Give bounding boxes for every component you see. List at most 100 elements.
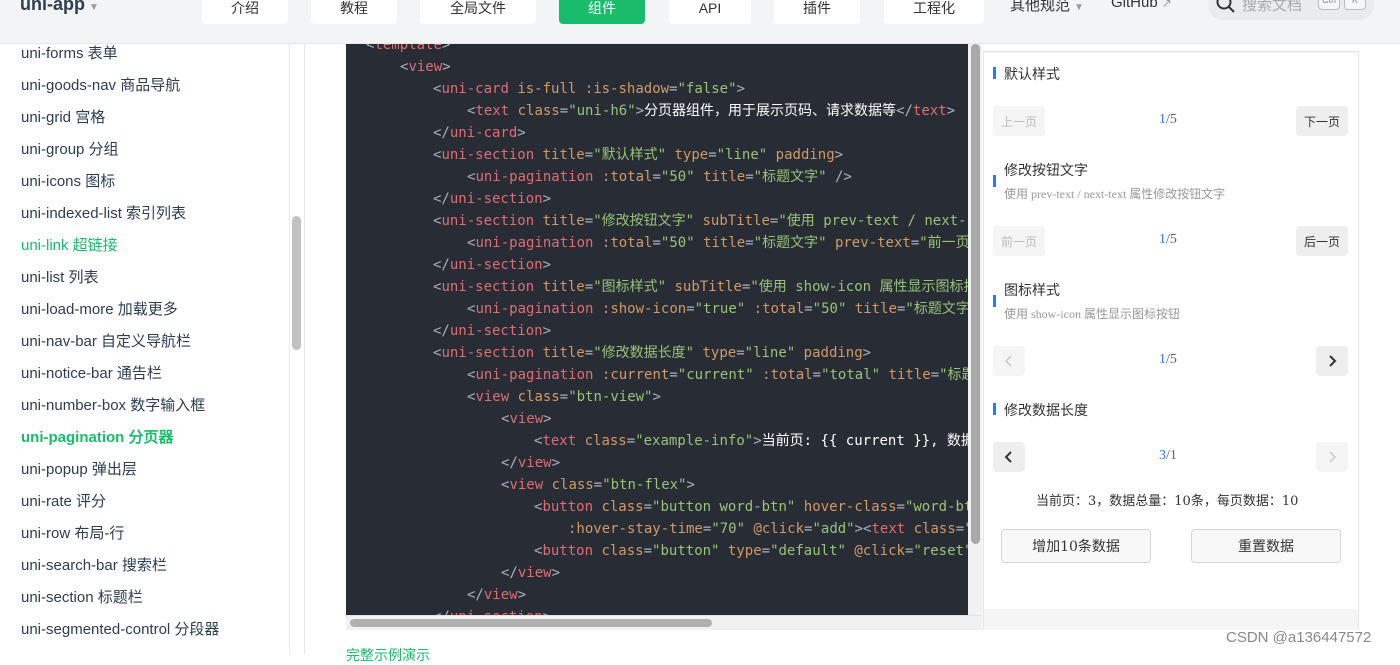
code-line: <uni-section title="修改数据长度" type="line" … [433,345,872,361]
nav-components[interactable]: 组件 [559,0,645,24]
code-line: </view> [467,587,527,603]
code-line: <uni-card is-full :is-shadow="false"> [433,81,745,97]
section-marker [993,175,996,187]
code-line: </uni-section> [433,606,551,615]
code-line: <uni-pagination :total="50" title="标题文字"… [467,169,852,185]
code-line: <button class="button" type="default" @c… [534,543,968,559]
sidebar-item-uni-load-more[interactable]: uni-load-more 加载更多 [21,298,178,319]
code-line: <view class="btn-view"> [467,389,661,405]
section-marker [993,403,996,415]
code-line: </view> [501,455,561,471]
code-block: <template> <view> <uni-card is-full :is-… [346,44,968,615]
example-info: 当前页：3，数据总量：10条，每页数据：10 [1036,494,1299,509]
section-title-data-length: 修改数据长度 [1004,403,1088,419]
watermark: CSDN @a136447572 [1226,629,1372,646]
sidebar-item-uni-forms[interactable]: uni-forms 表单 [21,44,118,63]
page-indicator: 1/5 [1159,352,1177,367]
top-navbar: uni-app ▼ 介绍 教程 全局文件 组件 API 插件 工程化 其他规范 ▼ … [0,0,1400,44]
search-box[interactable]: 搜索文档 Ctrl K [1208,0,1374,20]
code-line: </uni-section> [433,191,552,207]
sidebar-item-uni-search-bar[interactable]: uni-search-bar 搜索栏 [21,554,167,575]
code-line: <view> [400,59,451,75]
code-line: <uni-section title="默认样式" type="line" pa… [433,147,844,163]
sidebar-item-uni-group[interactable]: uni-group 分组 [21,138,119,159]
nav-other-specs[interactable]: 其他规范 ▼ [1010,0,1084,15]
chevron-left-icon [1004,355,1012,367]
sidebar-item-uni-grid[interactable]: uni-grid 宫格 [21,106,105,127]
external-link-icon: ↗ [1161,0,1172,10]
chevron-left-icon [1004,451,1012,463]
prev-page-button[interactable] [993,442,1025,472]
sidebar-item-uni-popup[interactable]: uni-popup 弹出层 [21,458,137,479]
full-example-link[interactable]: 完整示例演示 [346,645,430,665]
next-page-button[interactable]: 后一页 [1296,226,1348,256]
kbd-ctrl: Ctrl [1318,0,1340,10]
add-data-button[interactable]: 增加10条数据 [1001,529,1151,563]
nav-engineering[interactable]: 工程化 [884,0,984,24]
nav-tutorial[interactable]: 教程 [311,0,397,24]
sidebar-item-uni-link[interactable]: uni-link 超链接 [21,234,118,255]
code-line: <text class="example-info">当前页: {{ curre… [534,433,968,449]
prev-page-button[interactable]: 前一页 [993,226,1045,256]
sidebar-item-uni-goods-nav[interactable]: uni-goods-nav 商品导航 [21,74,180,95]
code-line: </uni-card> [433,125,526,141]
search-icon [1216,0,1235,13]
next-page-button[interactable]: 下一页 [1296,106,1348,136]
section-subtitle: 使用 prev-text / next-text 属性修改按钮文字 [1004,187,1226,201]
prev-page-button[interactable]: 上一页 [993,106,1045,136]
code-line: :hover-stay-time="70" @click="add"><text… [568,521,968,537]
preview-top-bar [983,44,1359,52]
section-title-icon-style: 图标样式 [1004,283,1060,299]
sidebar-item-uni-list[interactable]: uni-list 列表 [21,266,99,287]
sidebar-item-uni-icons[interactable]: uni-icons 图标 [21,170,115,191]
chevron-down-icon: ▼ [89,2,99,13]
nav-global-files[interactable]: 全局文件 [420,0,536,24]
code-line: </view> [501,565,561,581]
code-line: <text class="uni-h6">分页器组件，用于展示页码、请求数据等<… [467,103,956,119]
sidebar: uni-forms 表单 uni-goods-nav 商品导航 uni-grid… [0,44,290,654]
code-line: <button class="button word-btn" hover-cl… [534,499,968,515]
section-marker [993,67,996,79]
sidebar-scrollbar[interactable] [292,216,301,350]
preview-content [984,53,1358,609]
chevron-right-icon [1329,451,1337,463]
code-line: </uni-section> [433,323,552,339]
sidebar-item-uni-notice-bar[interactable]: uni-notice-bar 通告栏 [21,362,162,383]
sidebar-item-uni-section[interactable]: uni-section 标题栏 [21,586,143,607]
code-line: <uni-pagination :current="current" :tota… [467,367,968,383]
next-page-button[interactable] [1316,346,1348,376]
section-title-default: 默认样式 [1004,67,1060,83]
code-line: </uni-section> [433,257,552,273]
page-indicator: 3/1 [1159,448,1177,463]
code-vertical-scrollbar[interactable] [971,44,980,544]
code-line: <uni-section title="修改按钮文字" subTitle="使用… [433,213,967,229]
nav-plugins[interactable]: 插件 [774,0,860,24]
search-placeholder: 搜索文档 [1242,0,1303,14]
section-marker [993,295,996,307]
reset-data-button[interactable]: 重置数据 [1191,529,1341,563]
section-subtitle: 使用 show-icon 属性显示图标按钮 [1004,307,1180,321]
code-line: <view class="btn-flex"> [501,477,695,493]
page-indicator: 1/5 [1159,232,1177,247]
kbd-k: K [1344,0,1366,10]
sidebar-item-uni-nav-bar[interactable]: uni-nav-bar 自定义导航栏 [21,330,191,351]
code-horizontal-scrollbar[interactable] [350,619,712,627]
sidebar-item-uni-rate[interactable]: uni-rate 评分 [21,490,106,511]
sidebar-item-uni-pagination[interactable]: uni-pagination 分页器 [21,426,173,447]
chevron-right-icon [1329,355,1337,367]
nav-intro[interactable]: 介绍 [202,0,288,24]
brand-logo[interactable]: uni-app ▼ [20,0,99,15]
code-line: <view> [501,411,552,427]
prev-page-button[interactable] [993,346,1025,376]
code-line: <uni-pagination :total="50" title="标题文字"… [467,235,968,251]
nav-api[interactable]: API [669,0,751,24]
code-line: <template> [366,44,451,53]
nav-github[interactable]: GitHub ↗ [1111,0,1172,11]
sidebar-item-uni-segmented-control[interactable]: uni-segmented-control 分段器 [21,618,219,639]
next-page-button[interactable] [1316,442,1348,472]
sidebar-item-uni-indexed-list[interactable]: uni-indexed-list 索引列表 [21,202,186,223]
code-line: <uni-pagination :show-icon="true" :total… [467,301,968,317]
sidebar-item-uni-row[interactable]: uni-row 布局-行 [21,522,124,543]
page-indicator: 1/5 [1159,112,1177,127]
sidebar-item-uni-number-box[interactable]: uni-number-box 数字输入框 [21,394,205,415]
